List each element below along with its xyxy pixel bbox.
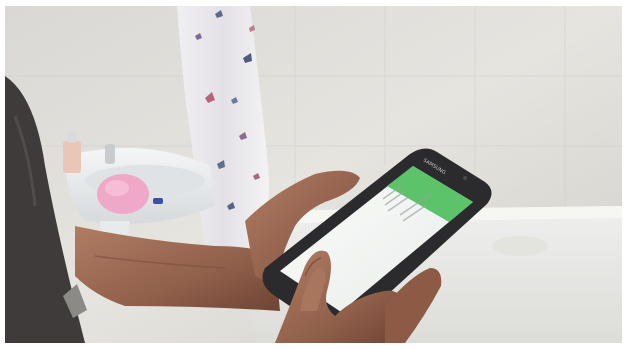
photo-frame: SAMSUNG xyxy=(5,6,622,343)
faucet xyxy=(105,144,115,164)
soap-dish xyxy=(492,236,548,256)
soap-bottle xyxy=(63,141,81,173)
blue-item xyxy=(153,198,163,204)
soap-pump xyxy=(68,131,76,143)
bathroom-photo: SAMSUNG xyxy=(5,6,622,343)
phone-camera xyxy=(463,176,467,180)
